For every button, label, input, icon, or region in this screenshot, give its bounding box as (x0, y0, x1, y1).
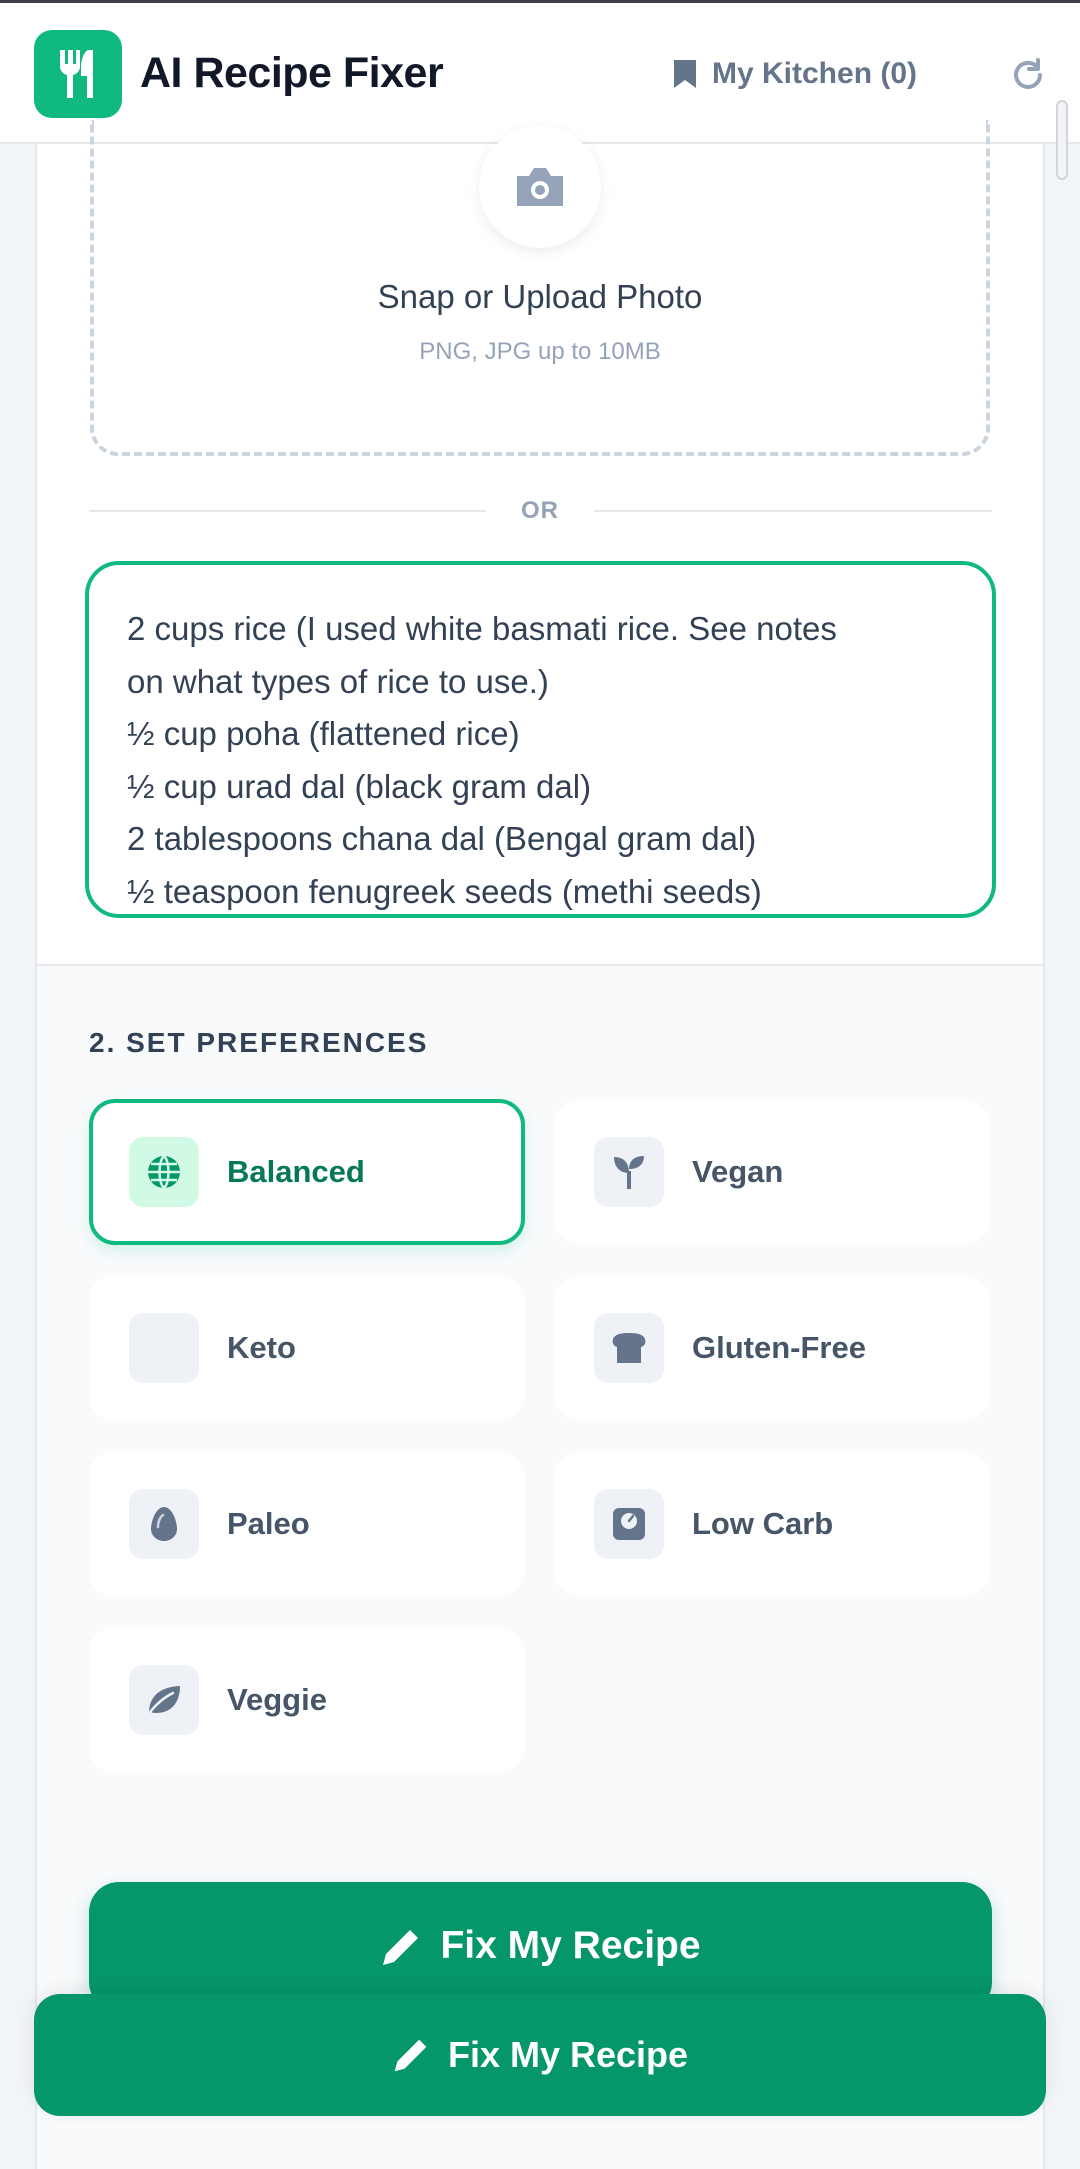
app-logo[interactable] (34, 30, 122, 118)
pref-vegan[interactable]: Vegan (554, 1099, 990, 1245)
sticky-fix-recipe-label: Fix My Recipe (447, 2034, 689, 2075)
pref-gluten-free[interactable]: Gluten-Free (554, 1275, 990, 1421)
my-kitchen-link[interactable]: My Kitchen (0) (672, 57, 917, 91)
blank-icon (129, 1313, 199, 1383)
sprout-icon (614, 1156, 644, 1189)
upload-title: Snap or Upload Photo (377, 278, 703, 315)
pref-label: Veggie (227, 1682, 327, 1717)
pref-label: Balanced (227, 1154, 365, 1189)
or-divider: OR (521, 497, 559, 524)
sticky-fix-recipe-button[interactable]: Fix My Recipe (34, 1994, 1046, 2116)
recipe-line: ½ teaspoon fenugreek seeds (methi seeds) (127, 872, 762, 910)
refresh-icon[interactable] (1010, 57, 1046, 93)
recipe-line: ½ cup urad dal (black gram dal) (127, 767, 592, 805)
pencil-icon (383, 1930, 419, 1965)
recipe-line: on what types of rice to use.) (127, 662, 549, 700)
bookmark-icon (674, 60, 696, 88)
pref-label: Low Carb (692, 1506, 834, 1541)
my-kitchen-label: My Kitchen (0) (712, 57, 918, 90)
pref-paleo[interactable]: Paleo (89, 1451, 525, 1597)
preferences-heading: 2. SET PREFERENCES (89, 1027, 429, 1058)
camera-icon (517, 168, 563, 206)
recipe-line: ½ cup poha (flattened rice) (127, 715, 520, 752)
fix-recipe-button[interactable]: Fix My Recipe (89, 1882, 992, 2012)
app-title: AI Recipe Fixer (140, 49, 444, 97)
bread-icon (612, 1333, 646, 1363)
pref-label: Paleo (227, 1506, 310, 1541)
recipe-line: 2 tablespoons chana dal (Bengal gram dal… (127, 820, 757, 857)
pref-label: Keto (227, 1330, 296, 1365)
egg-icon (151, 1507, 177, 1541)
pref-low-carb[interactable]: Low Carb (554, 1451, 990, 1597)
pref-veggie[interactable]: Veggie (89, 1627, 525, 1773)
globe-icon (148, 1155, 180, 1189)
pref-balanced[interactable]: Balanced (89, 1099, 525, 1245)
divider-right (594, 510, 992, 512)
upload-camera-button[interactable] (479, 126, 601, 248)
scale-icon (613, 1508, 645, 1540)
recipe-textarea[interactable]: 2 cups rice (I used white basmati rice. … (85, 561, 996, 918)
divider-left (89, 510, 486, 512)
pref-label: Gluten-Free (692, 1330, 866, 1365)
leaf-icon (146, 1686, 180, 1717)
pref-label: Vegan (692, 1154, 784, 1189)
utensils-icon (60, 50, 93, 98)
scrollbar-thumb[interactable] (1056, 100, 1068, 180)
pencil-icon (394, 2039, 427, 2072)
recipe-line: 2 cups rice (I used white basmati rice. … (127, 610, 837, 647)
pref-keto[interactable]: Keto (89, 1275, 525, 1421)
upload-hint: PNG, JPG up to 10MB (419, 338, 661, 365)
